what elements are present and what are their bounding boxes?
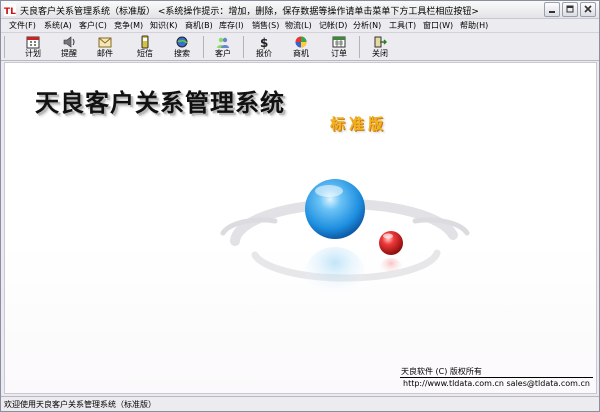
menu-customer[interactable]: 客户(C) <box>79 20 107 31</box>
minimize-button[interactable] <box>544 2 560 17</box>
calendar-icon <box>26 36 40 49</box>
operation-hint: <系统操作提示：增加，删除，保存数据等操作请单击菜单下方工具栏相应按钮> <box>157 7 479 17</box>
menu-window[interactable]: 窗口(W) <box>423 20 453 31</box>
plan-label: 计划 <box>25 49 41 58</box>
customer-label: 客户 <box>215 49 231 58</box>
search-button[interactable]: 搜索 <box>164 34 200 60</box>
menu-logistics[interactable]: 物流(L) <box>285 20 312 31</box>
color-ball-icon <box>295 36 307 48</box>
close-app-label: 关闭 <box>372 49 388 58</box>
window-title-label: 天良客户关系管理系统（标准版） <box>20 7 156 17</box>
order-sheet-icon <box>332 36 346 48</box>
menu-system[interactable]: 系统(A) <box>44 20 72 31</box>
quote-label: 报价 <box>256 49 272 58</box>
reminder-label: 提醒 <box>61 49 77 58</box>
contact-text: http://www.tldata.com.cn sales@tldata.co… <box>403 379 590 388</box>
people-icon <box>217 37 229 48</box>
customer-button[interactable]: 客户 <box>205 34 241 60</box>
menu-help[interactable]: 帮助(H) <box>460 20 488 31</box>
sms-button[interactable]: 短信 <box>127 34 163 60</box>
menu-knowledge[interactable]: 知识(K) <box>150 20 178 31</box>
menu-competition[interactable]: 竞争(M) <box>114 20 143 31</box>
app-title-text: 天良客户关系管理系统 <box>35 89 285 117</box>
maximize-button[interactable] <box>562 2 578 17</box>
contact-divider <box>400 377 593 378</box>
menu-file[interactable]: 文件(F) <box>9 20 36 31</box>
dollar-icon: $ <box>260 36 268 49</box>
menu-inventory[interactable]: 库存(I) <box>219 20 244 31</box>
menu-tools[interactable]: 工具(T) <box>389 20 416 31</box>
menu-opportunity[interactable]: 商机(B) <box>185 20 213 31</box>
status-bar: 欢迎使用天良客户关系管理系统（标准版） <box>1 396 599 411</box>
title-bar[interactable]: TL 天良客户关系管理系统（标准版） <系统操作提示：增加，删除，保存数据等操作… <box>1 1 599 19</box>
toolbar-separator <box>203 36 204 58</box>
opportunity-label: 商机 <box>293 49 309 58</box>
toolbar: 计划 提醒 邮件 短信 搜索 客户 $ 报价 商机 订单 关闭 <box>1 32 599 61</box>
menu-accounting[interactable]: 记帐(D) <box>319 20 347 31</box>
plan-button[interactable]: 计划 <box>15 34 51 60</box>
globe-search-icon <box>176 36 188 48</box>
order-button[interactable]: 订单 <box>321 34 357 60</box>
reminder-button[interactable]: 提醒 <box>51 34 87 60</box>
close-button[interactable] <box>580 2 596 17</box>
exit-icon <box>374 36 387 48</box>
window-title: 天良客户关系管理系统（标准版） <系统操作提示：增加，删除，保存数据等操作请单击… <box>20 4 479 17</box>
opportunity-button[interactable]: 商机 <box>283 34 319 60</box>
menu-sales[interactable]: 销售(S) <box>252 20 279 31</box>
main-splash-area: 天良客户关系管理系统 标准版 天良软件 (C) 版权所有 http://www.… <box>4 62 597 394</box>
sms-label: 短信 <box>137 49 153 58</box>
mobile-phone-icon <box>141 35 149 49</box>
app-logo-icon: TL <box>4 4 16 16</box>
toolbar-separator <box>359 36 360 58</box>
close-icon <box>584 5 592 13</box>
mail-button[interactable]: 邮件 <box>87 34 123 60</box>
order-label: 订单 <box>331 49 347 58</box>
menu-analysis[interactable]: 分析(N) <box>353 20 381 31</box>
edition-text: 标准版 <box>330 115 388 133</box>
app-window: TL 天良客户关系管理系统（标准版） <系统操作提示：增加，删除，保存数据等操作… <box>0 0 600 412</box>
close-app-button[interactable]: 关闭 <box>362 34 398 60</box>
envelope-icon <box>98 37 112 48</box>
toolbar-separator <box>4 36 5 58</box>
maximize-icon <box>566 5 574 13</box>
quote-button[interactable]: $ 报价 <box>246 34 282 60</box>
copyright-text: 天良软件 (C) 版权所有 <box>401 367 482 376</box>
search-label: 搜索 <box>174 49 190 58</box>
svg-text:$: $ <box>260 36 268 49</box>
mail-label: 邮件 <box>97 49 113 58</box>
status-text: 欢迎使用天良客户关系管理系统（标准版） <box>4 400 156 409</box>
sphere-logo-graphic <box>220 179 470 299</box>
toolbar-separator <box>243 36 244 58</box>
minimize-icon <box>549 11 555 13</box>
speaker-icon <box>63 36 75 48</box>
menu-bar: 文件(F) 系统(A) 客户(C) 竞争(M) 知识(K) 商机(B) 库存(I… <box>1 19 599 32</box>
svg-text:TL: TL <box>4 7 16 16</box>
